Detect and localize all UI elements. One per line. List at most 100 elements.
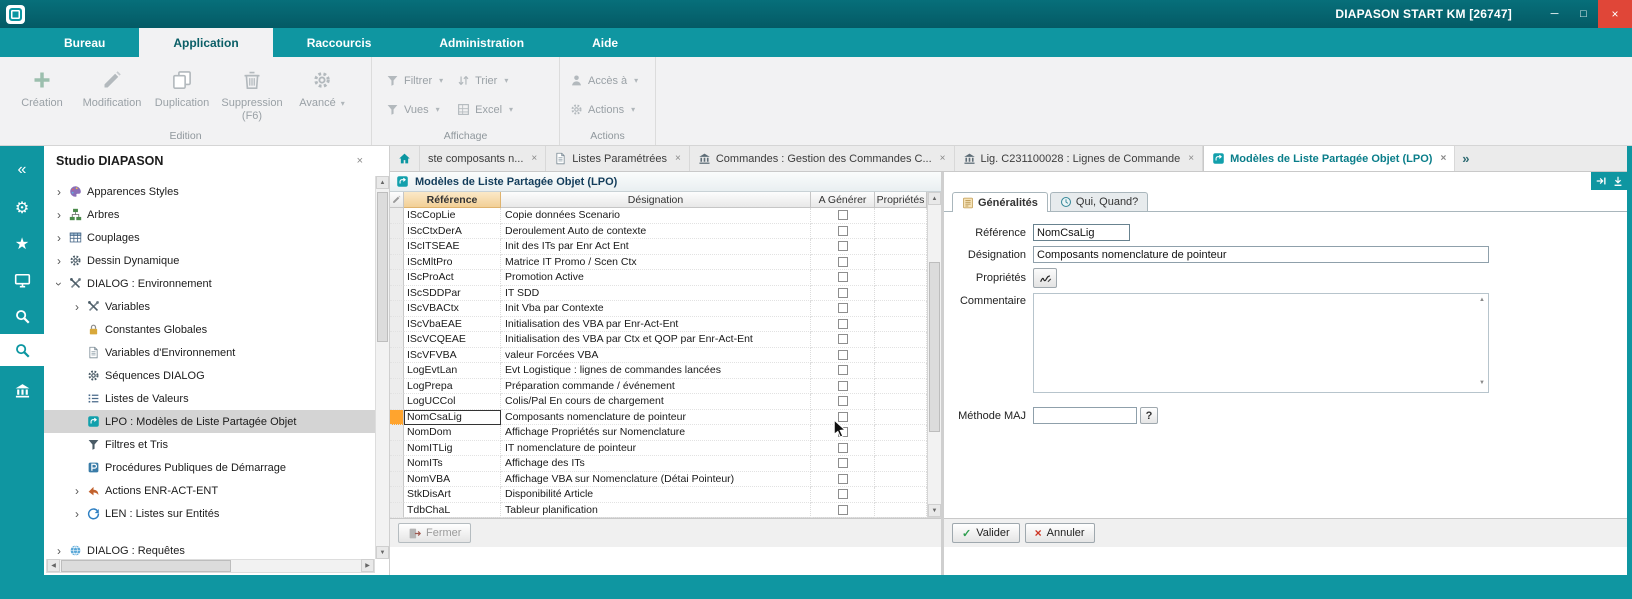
trier-button[interactable]: Trier ▾ (457, 74, 513, 87)
row-designation-cell[interactable]: Initialisation des VBA par Enr-Act-Ent (501, 317, 811, 333)
table-vertical-scrollbar[interactable]: ▲ ▼ (927, 192, 941, 517)
row-designation-cell[interactable]: IT SDD (501, 286, 811, 302)
close-tab-icon[interactable]: × (531, 153, 537, 164)
scrollbar-thumb[interactable] (929, 262, 940, 432)
chevron-right-icon[interactable]: › (72, 300, 82, 314)
sidebar-item-couplages[interactable]: › Couplages (44, 226, 375, 249)
scroll-down-button[interactable]: ▼ (928, 504, 941, 517)
valider-button[interactable]: ✓ Valider (952, 523, 1020, 543)
tab-composants[interactable]: ste composants n... × (420, 146, 546, 171)
row-reference-cell[interactable]: TdbChaL (404, 503, 501, 519)
tab-home[interactable] (390, 146, 420, 171)
generate-checkbox[interactable] (838, 396, 848, 406)
chevron-right-icon[interactable]: › (72, 507, 82, 521)
duplication-button[interactable]: Duplication (148, 61, 216, 129)
table-row[interactable]: IScCopLie Copie données Scenario (390, 208, 941, 224)
row-reference-cell[interactable]: StkDisArt (404, 487, 501, 503)
chevron-right-icon[interactable]: › (54, 185, 64, 199)
reference-field[interactable] (1033, 224, 1130, 241)
row-reference-cell[interactable]: NomVBA (404, 472, 501, 488)
sidebar-horizontal-scrollbar[interactable]: ◀ ▶ (46, 559, 375, 573)
column-header-reference[interactable]: Référence (404, 192, 501, 208)
tab-overflow-button[interactable]: » (1455, 146, 1476, 171)
table-row[interactable]: IScVbaEAE Initialisation des VBA par Enr… (390, 317, 941, 333)
favorites-strip-button[interactable]: ★ (0, 228, 44, 260)
row-designation-cell[interactable]: Deroulement Auto de contexte (501, 224, 811, 240)
table-row[interactable]: IScProAct Promotion Active (390, 270, 941, 286)
menu-item-application[interactable]: Application (139, 28, 272, 57)
table-row[interactable]: IScVBACtx Init Vba par Contexte (390, 301, 941, 317)
generate-checkbox[interactable] (838, 319, 848, 329)
table-row[interactable]: IScCtxDerA Deroulement Auto de contexte (390, 224, 941, 240)
row-reference-cell[interactable]: LogEvtLan (404, 363, 501, 379)
avance-button[interactable]: Avancé ▾ (288, 61, 356, 129)
maximize-button[interactable]: □ (1569, 0, 1598, 28)
suppression-button[interactable]: Suppression (F6) (218, 61, 286, 129)
row-reference-cell[interactable]: IScCtxDerA (404, 224, 501, 240)
sidebar-item-constantes-globales[interactable]: › Constantes Globales (44, 318, 375, 341)
excel-button[interactable]: Excel ▾ (457, 103, 513, 116)
sidebar-item-lpo[interactable]: › LPO : Modèles de Liste Partagée Objet (44, 410, 375, 433)
sidebar-item-apparences-styles[interactable]: › Apparences Styles (44, 180, 375, 203)
row-reference-cell[interactable]: IScVFVBA (404, 348, 501, 364)
go-to-end-icon[interactable] (1595, 175, 1607, 187)
generate-checkbox[interactable] (838, 241, 848, 251)
sidebar-item-actions-enr-act-ent[interactable]: › Actions ENR-ACT-ENT (44, 479, 375, 502)
close-tab-icon[interactable]: × (675, 153, 681, 164)
generate-checkbox[interactable] (838, 257, 848, 267)
generate-checkbox[interactable] (838, 365, 848, 375)
sidebar-item-dessin-dynamique[interactable]: › Dessin Dynamique (44, 249, 375, 272)
chevron-right-icon[interactable]: › (54, 208, 64, 222)
search-strip-button[interactable] (0, 300, 44, 332)
row-designation-cell[interactable]: Disponibilité Article (501, 487, 811, 503)
row-designation-cell[interactable]: Préparation commande / événement (501, 379, 811, 395)
vues-button[interactable]: Vues ▾ (386, 103, 443, 116)
sidebar-item-listes-de-valeurs[interactable]: › Listes de Valeurs (44, 387, 375, 410)
chevron-down-icon[interactable]: › (52, 279, 66, 289)
methode-maj-field[interactable] (1033, 407, 1137, 424)
row-designation-cell[interactable]: Init Vba par Contexte (501, 301, 811, 317)
table-row[interactable]: TdbChaL Tableur planification (390, 503, 941, 519)
generate-checkbox[interactable] (838, 226, 848, 236)
menu-item-aide[interactable]: Aide (558, 28, 652, 57)
generate-checkbox[interactable] (838, 272, 848, 282)
column-header-a-generer[interactable]: A Générer (811, 192, 875, 208)
row-reference-cell[interactable]: NomDom (404, 425, 501, 441)
sidebar-vertical-scrollbar[interactable]: ▲ ▼ (375, 176, 389, 559)
row-designation-cell[interactable]: Colis/Pal En cours de chargement (501, 394, 811, 410)
modules-strip-button[interactable] (0, 374, 44, 406)
filtrer-button[interactable]: Filtrer ▾ (386, 74, 443, 87)
tab-generalites[interactable]: Généralités (952, 192, 1048, 212)
sidebar-item-variables-environnement[interactable]: › Variables d'Environnement (44, 341, 375, 364)
row-designation-cell[interactable]: Affichage VBA sur Nomenclature (Détai Po… (501, 472, 811, 488)
row-reference-cell[interactable]: IScVbaEAE (404, 317, 501, 333)
row-reference-cell[interactable]: NomITs (404, 456, 501, 472)
proprietes-button[interactable] (1033, 268, 1057, 288)
sidebar-item-dialog-requetes[interactable]: › DIALOG : Requêtes (44, 539, 375, 559)
tab-qui-quand[interactable]: Qui, Quand? (1050, 192, 1148, 211)
row-designation-cell[interactable]: Initialisation des VBA par Ctx et QOP pa… (501, 332, 811, 348)
modification-button[interactable]: Modification (78, 61, 146, 129)
row-designation-cell[interactable]: Copie données Scenario (501, 208, 811, 224)
column-header-designation[interactable]: Désignation (501, 192, 811, 208)
table-row[interactable]: LogUCCol Colis/Pal En cours de chargemen… (390, 394, 941, 410)
scroll-right-button[interactable]: ▶ (361, 559, 374, 572)
generate-checkbox[interactable] (838, 458, 848, 468)
row-reference-cell[interactable]: IScCopLie (404, 208, 501, 224)
scrollbar-thumb[interactable] (377, 192, 388, 342)
generate-checkbox[interactable] (838, 505, 848, 515)
sidebar-item-procedures-publiques[interactable]: › Procédures Publiques de Démarrage (44, 456, 375, 479)
scroll-up-button[interactable]: ▲ (376, 176, 389, 189)
scroll-down-button[interactable]: ▼ (376, 546, 389, 559)
generate-checkbox[interactable] (838, 350, 848, 360)
generate-checkbox[interactable] (838, 443, 848, 453)
chevron-right-icon[interactable]: › (54, 231, 64, 245)
row-reference-cell[interactable]: LogUCCol (404, 394, 501, 410)
row-designation-cell[interactable]: Affichage des ITs (501, 456, 811, 472)
row-reference-cell[interactable]: IScProAct (404, 270, 501, 286)
sidebar-item-len-listes-entites[interactable]: › LEN : Listes sur Entités (44, 502, 375, 525)
annuler-button[interactable]: × Annuler (1025, 523, 1095, 543)
sidebar-item-filtres-et-tris[interactable]: › Filtres et Tris (44, 433, 375, 456)
close-tab-icon[interactable]: × (1188, 153, 1194, 164)
row-reference-cell[interactable]: NomITLig (404, 441, 501, 457)
